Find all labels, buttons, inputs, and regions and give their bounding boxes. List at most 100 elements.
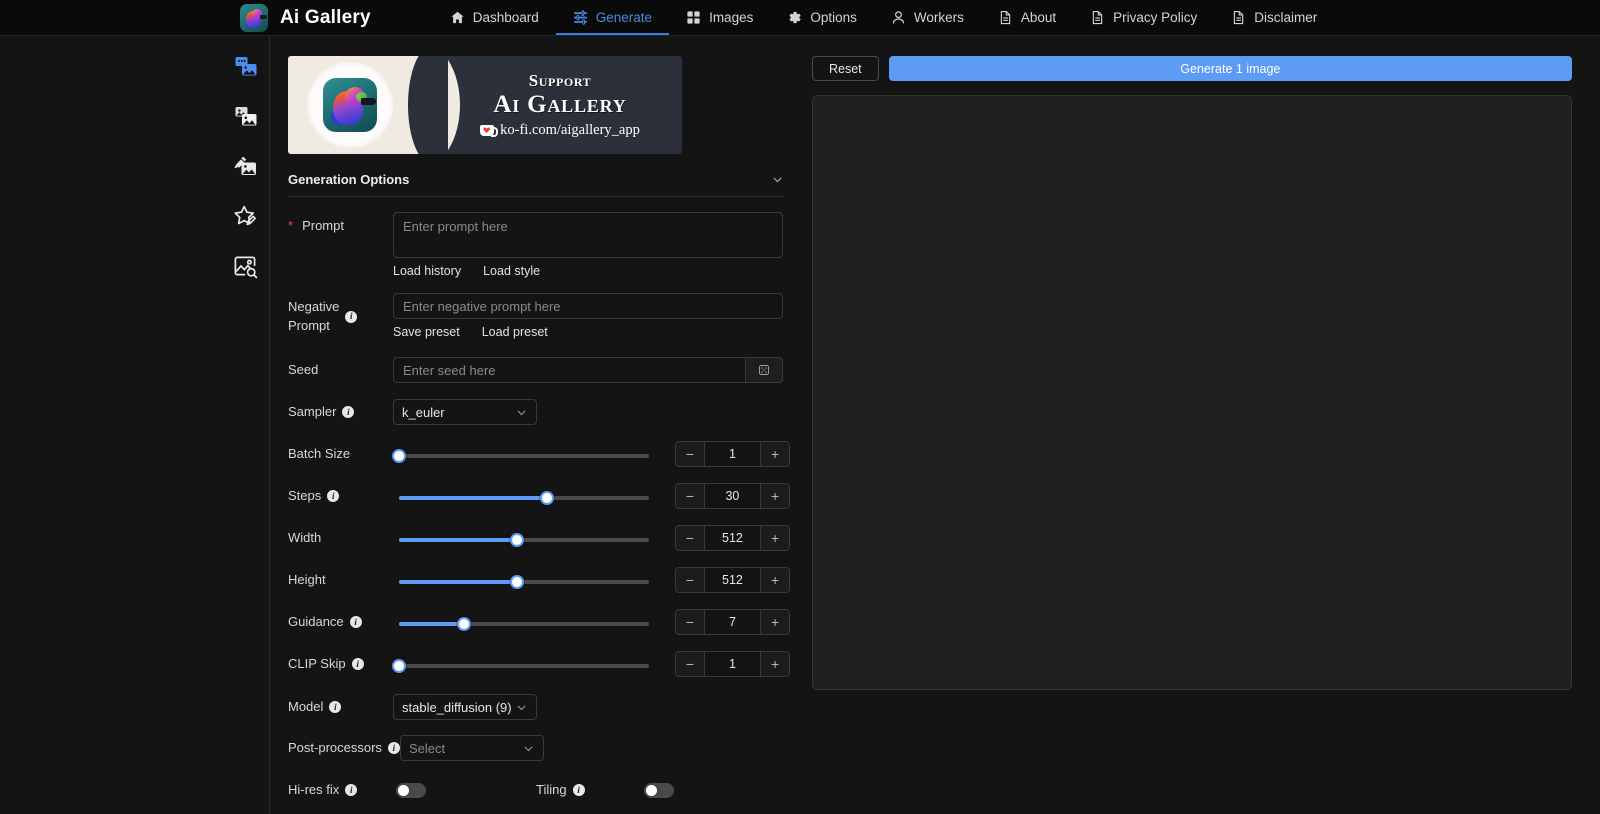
batch-size-value[interactable]: 1: [703, 442, 762, 466]
nav-item-about[interactable]: About: [981, 0, 1073, 35]
decrement-button[interactable]: −: [675, 484, 704, 508]
clip-skip-value[interactable]: 1: [703, 652, 762, 676]
image-to-image-icon: [235, 107, 256, 126]
increment-button[interactable]: +: [761, 652, 789, 676]
nav-item-workers[interactable]: Workers: [874, 0, 981, 35]
slider-thumb[interactable]: [509, 533, 524, 547]
guidance-value[interactable]: 7: [703, 610, 762, 634]
slider-row-width: Width − 512 +: [288, 525, 790, 551]
nav-item-generate[interactable]: Generate: [555, 0, 670, 35]
decrement-button[interactable]: −: [675, 610, 704, 634]
info-icon[interactable]: i: [327, 490, 340, 502]
slider-thumb[interactable]: [392, 659, 406, 673]
increment-button[interactable]: +: [761, 484, 789, 508]
width-stepper: − 512 +: [674, 525, 790, 551]
slider-thumb[interactable]: [392, 449, 406, 463]
seed-input[interactable]: [393, 357, 745, 383]
nav-item-label: About: [1020, 10, 1057, 25]
seed-row: Seed: [288, 357, 790, 383]
decrement-button[interactable]: −: [675, 568, 704, 592]
sidebar-item-text-to-image[interactable]: [231, 52, 261, 82]
sidebar-item-inpainting[interactable]: [231, 152, 261, 182]
nav-item-label: Generate: [595, 10, 653, 25]
batch-size-slider[interactable]: [392, 449, 653, 463]
nav-item-privacy-policy[interactable]: Privacy Policy: [1073, 0, 1214, 35]
load-history-link[interactable]: Load history: [393, 264, 461, 278]
load-preset-link[interactable]: Load preset: [482, 325, 548, 339]
nav-item-label: Workers: [913, 10, 964, 25]
image-preview-panel[interactable]: [812, 95, 1572, 690]
prompt-input[interactable]: [393, 212, 783, 258]
guidance-slider[interactable]: [393, 617, 653, 631]
save-preset-link[interactable]: Save preset: [393, 325, 460, 339]
nav-item-dashboard[interactable]: Dashboard: [433, 0, 556, 35]
slider-thumb[interactable]: [509, 575, 524, 589]
nav-item-disclaimer[interactable]: Disclaimer: [1214, 0, 1334, 35]
height-value[interactable]: 512: [703, 568, 762, 592]
increment-button[interactable]: +: [761, 610, 789, 634]
width-slider[interactable]: [393, 533, 653, 547]
width-value[interactable]: 512: [703, 526, 762, 550]
negative-prompt-input[interactable]: [393, 293, 783, 319]
tiling-toggle[interactable]: [644, 782, 674, 798]
sidebar-item-image-to-image[interactable]: [231, 102, 261, 132]
generate-button[interactable]: Generate 1 image: [888, 56, 1572, 81]
info-icon[interactable]: i: [342, 406, 355, 418]
decrement-button[interactable]: −: [675, 652, 704, 676]
info-icon[interactable]: i: [329, 701, 342, 713]
sampler-select[interactable]: k_euler: [393, 399, 537, 425]
banner-kofi-url: ko-fi.com/aigallery_app: [500, 121, 640, 138]
info-icon[interactable]: i: [345, 784, 358, 797]
image-search-icon: [234, 256, 258, 279]
prompt-links: Load history Load style: [393, 264, 783, 278]
info-icon[interactable]: i: [351, 658, 364, 670]
steps-value[interactable]: 30: [703, 484, 762, 508]
negative-prompt-label: Negative Prompt i: [288, 293, 393, 336]
chevron-down-icon: [515, 406, 528, 419]
increment-button[interactable]: +: [761, 568, 789, 592]
nav-item-options[interactable]: Options: [770, 0, 874, 35]
increment-button[interactable]: +: [761, 442, 789, 466]
post-processors-select[interactable]: Select: [400, 735, 544, 761]
support-banner[interactable]: Support Ai Gallery ko-fi.com/aigallery_a…: [288, 56, 682, 154]
load-style-link[interactable]: Load style: [483, 264, 540, 278]
model-select[interactable]: stable_diffusion (9): [393, 694, 537, 720]
sidebar-item-style-rating[interactable]: [231, 202, 261, 232]
reset-button[interactable]: Reset: [812, 56, 879, 81]
decrement-button[interactable]: −: [675, 442, 704, 466]
steps-slider[interactable]: [393, 491, 653, 505]
toggle-cell-hires-fix: Hi-res fix i: [288, 781, 536, 800]
sidebar-item-image-search[interactable]: [231, 252, 261, 282]
info-icon[interactable]: i: [345, 310, 358, 323]
banner-text: Support Ai Gallery ko-fi.com/aigallery_a…: [438, 56, 682, 154]
sliders-icon: [573, 10, 588, 25]
post-processors-row: Post-processors i Select: [288, 735, 790, 761]
banner-kofi-link[interactable]: ko-fi.com/aigallery_app: [480, 122, 640, 139]
batch-size-label-text: Batch Size: [288, 445, 351, 461]
nav-items: Dashboard Generate Images Options Worker…: [433, 0, 1335, 35]
nav-item-images[interactable]: Images: [669, 0, 770, 35]
info-icon[interactable]: i: [349, 616, 362, 628]
model-label: Model i: [288, 698, 393, 717]
user-icon: [891, 10, 906, 25]
inpainting-icon: [234, 156, 256, 175]
dice-icon[interactable]: [745, 357, 783, 383]
generation-options-header[interactable]: Generation Options: [288, 172, 784, 197]
slider-row-batch-size: Batch Size − 1 +: [288, 441, 790, 467]
brand[interactable]: Ai Gallery: [240, 3, 371, 32]
top-navigation-bar: Ai Gallery Dashboard Generate Images Opt…: [0, 0, 1600, 36]
clip-skip-slider[interactable]: [392, 659, 653, 673]
height-stepper: − 512 +: [674, 567, 790, 593]
info-icon[interactable]: i: [572, 784, 585, 797]
increment-button[interactable]: +: [761, 526, 789, 550]
preview-column: Reset Generate 1 image: [790, 36, 1600, 814]
slider-thumb[interactable]: [457, 617, 471, 631]
hires-fix-toggle[interactable]: [396, 782, 426, 798]
chevron-down-icon[interactable]: [771, 173, 784, 186]
height-slider[interactable]: [393, 575, 653, 589]
slider-thumb[interactable]: [539, 491, 554, 505]
info-icon[interactable]: i: [387, 742, 400, 754]
steps-label-text: Steps: [288, 487, 322, 503]
negative-prompt-links: Save preset Load preset: [393, 325, 783, 339]
decrement-button[interactable]: −: [675, 526, 704, 550]
